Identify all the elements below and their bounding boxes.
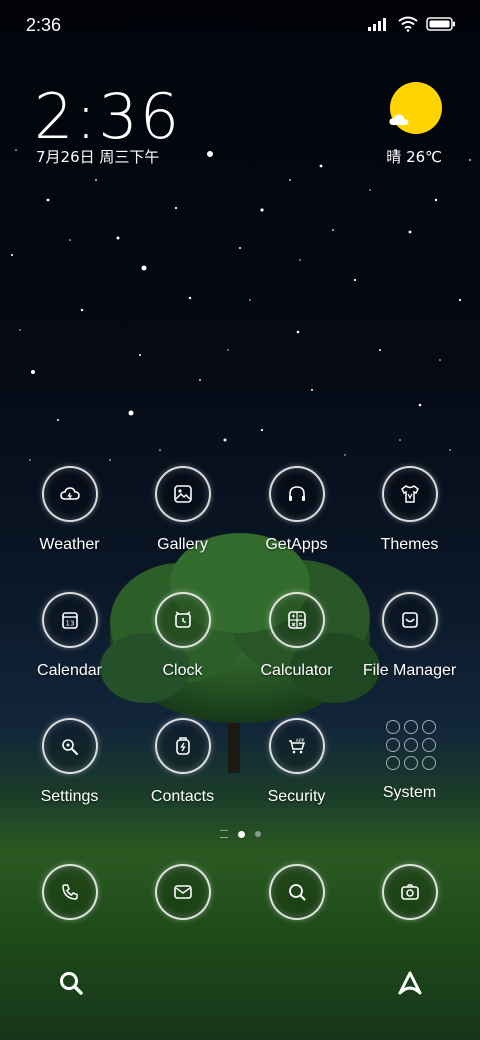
weather-text: 晴 26℃ [386,148,442,166]
folder-grid-icon [384,718,436,770]
page-dot-2[interactable] [254,831,261,837]
folder-mini-app-icon [403,756,418,770]
settings-icon [41,718,98,774]
folder-icon [381,592,438,648]
message-icon [154,864,211,920]
folder-mini-app-icon [421,720,436,734]
status-bar: 2:36 [0,0,480,48]
security-badge-text: APP [295,738,304,744]
folder-mini-app-icon [385,756,400,770]
status-time: 2:36 [26,15,62,35]
folder-mini-app-icon [421,738,436,752]
battery-icon [426,17,455,31]
browser-search-icon [268,864,325,920]
dock-phone-button[interactable] [13,864,126,920]
contacts-icon [154,718,211,774]
app-weather[interactable]: Weather [13,466,126,554]
clock-widget-time[interactable]: 2:36 [34,80,181,153]
weather-widget[interactable] [388,82,444,134]
app-label: Calendar [37,662,102,679]
app-settings[interactable]: Settings [13,718,126,806]
app-label: File Manager [362,662,457,679]
signal-icon [368,18,386,31]
dock-camera-button[interactable] [353,864,466,920]
dock [0,864,480,920]
app-label: System [382,784,437,801]
app-label: Calculator [260,662,333,679]
shield-cart-icon: APP [268,718,325,774]
app-getapps[interactable]: GetApps [240,466,353,554]
search-icon[interactable] [58,970,84,996]
dock-browser-search-button[interactable] [240,864,353,920]
folder-mini-app-icon [421,756,436,770]
clock-widget-date: 7月26日 周三下午 [36,148,160,166]
app-calendar[interactable]: 13 Calendar [13,592,126,680]
app-calculator[interactable]: Calculator [240,592,353,680]
page-indicator-menu-icon[interactable] [219,830,228,838]
cloud-icon [389,114,409,125]
folder-mini-app-icon [403,720,418,734]
app-label: Security [267,788,326,805]
app-label: GetApps [265,536,328,553]
folder-mini-app-icon [385,720,400,734]
wifi-icon [398,16,418,32]
sun-icon [389,82,442,134]
dock-message-button[interactable] [126,864,239,920]
alarm-clock-icon [154,592,211,648]
page-dot-1[interactable] [237,830,245,838]
app-label: Weather [39,536,100,553]
calendar-day-number: 13 [65,620,74,628]
status-icons [368,16,456,32]
app-contacts[interactable]: Contacts [126,718,239,806]
folder-mini-app-icon [403,738,418,752]
app-label: Themes [380,536,439,553]
phone-icon [41,864,98,920]
calendar-icon: 13 [41,592,98,648]
cloud-icon [41,466,98,522]
camera-icon [381,864,438,920]
app-system[interactable]: System [353,718,466,802]
image-icon [154,466,211,522]
page-indicator [0,830,480,838]
app-label: Contacts [150,788,215,805]
app-label: Gallery [157,536,208,553]
app-label: Clock [162,662,203,679]
app-clock[interactable]: Clock [126,592,239,680]
shirt-icon [381,466,438,522]
app-label: Settings [40,788,99,805]
app-gallery[interactable]: Gallery [126,466,239,554]
calculator-icon [268,592,325,648]
app-file-manager[interactable]: File Manager [353,592,466,680]
assistant-logo-icon[interactable] [396,970,424,996]
bottom-search-bar [0,960,480,1010]
app-themes[interactable]: Themes [353,466,466,554]
app-security[interactable]: APP Security [240,718,353,806]
folder-mini-app-icon [385,738,400,752]
headset-icon [268,466,325,522]
